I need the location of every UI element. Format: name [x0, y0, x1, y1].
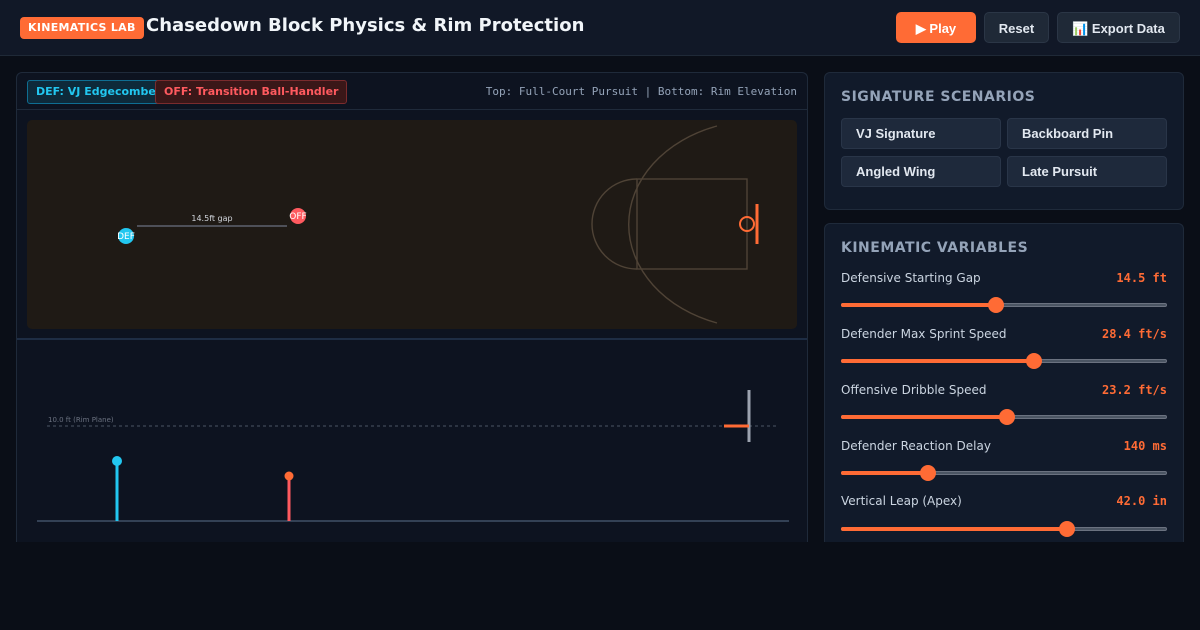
var-label: Defender Max Sprint Speed [841, 327, 1007, 341]
reaction-delay-slider[interactable] [841, 465, 1167, 481]
slider-fill [841, 303, 996, 307]
offense-marker-label: OFF [289, 212, 306, 222]
app-header: KINEMATICS LAB Chasedown Block Physics &… [0, 0, 1200, 56]
slider-thumb[interactable] [920, 465, 937, 481]
slider-fill [841, 471, 929, 475]
play-button[interactable]: ▶ Play [896, 12, 976, 43]
export-data-button[interactable]: 📊 Export Data [1057, 12, 1180, 43]
offense-height-marker [284, 471, 294, 481]
var-label: Defensive Starting Gap [841, 271, 981, 285]
vertical-leap-slider[interactable] [841, 521, 1167, 537]
var-label: Defender Reaction Delay [841, 439, 991, 453]
scenario-backboard-pin-button[interactable]: Backboard Pin [1007, 118, 1167, 149]
viz-legend-bar: DEF: VJ Edgecombe OFF: Transition Ball-H… [17, 73, 807, 110]
scenarios-title: SIGNATURE SCENARIOS [841, 89, 1036, 105]
slider-fill [841, 415, 1007, 419]
offense-tag: OFF: Transition Ball-Handler [155, 80, 348, 104]
slider-fill [841, 359, 1034, 363]
var-label: Offensive Dribble Speed [841, 383, 987, 397]
court-view: 14.5ft gap DEF OFF [27, 120, 797, 329]
app-title: Chasedown Block Physics & Rim Protection [146, 15, 585, 36]
defender-height-marker [112, 456, 122, 466]
slider-thumb[interactable] [998, 409, 1015, 425]
var-label: Vertical Leap (Apex) [841, 494, 962, 508]
var-value: 28.4 ft/s [1101, 327, 1167, 341]
defender-marker-label: DEF [117, 232, 135, 242]
slider-thumb[interactable] [1058, 521, 1075, 537]
page-footer-area [0, 542, 1200, 630]
var-value: 23.2 ft/s [1101, 383, 1167, 397]
elevation-view: 10.0 ft (Rim Plane) [37, 390, 789, 522]
kinematic-variables-card: KINEMATIC VARIABLES Defensive Starting G… [824, 223, 1184, 553]
visualization-panel: DEF: VJ Edgecombe OFF: Transition Ball-H… [16, 72, 808, 542]
reset-button[interactable]: Reset [984, 12, 1049, 43]
scenario-angled-wing-button[interactable]: Angled Wing [841, 156, 1001, 187]
signature-scenarios-card: SIGNATURE SCENARIOS VJ Signature Backboa… [824, 72, 1184, 210]
sprint-speed-slider[interactable] [841, 353, 1167, 369]
dribble-speed-slider[interactable] [841, 409, 1167, 425]
rim-plane-label: 10.0 ft (Rim Plane) [48, 416, 114, 424]
brand-badge: KINEMATICS LAB [20, 17, 144, 39]
scenario-vj-signature-button[interactable]: VJ Signature [841, 118, 1001, 149]
var-value: 42.0 in [1116, 494, 1167, 508]
slider-thumb[interactable] [1025, 353, 1042, 369]
var-value: 140 ms [1123, 439, 1167, 453]
var-value: 14.5 ft [1116, 271, 1167, 285]
slider-thumb[interactable] [987, 297, 1004, 313]
gap-label: 14.5ft gap [191, 214, 232, 223]
defender-tag: DEF: VJ Edgecombe [27, 80, 165, 104]
court-floor [27, 120, 797, 329]
kinematics-title: KINEMATIC VARIABLES [841, 240, 1029, 256]
starting-gap-slider[interactable] [841, 297, 1167, 313]
slider-fill [841, 527, 1067, 531]
view-caption: Top: Full-Court Pursuit | Bottom: Rim El… [485, 85, 797, 98]
scenario-late-pursuit-button[interactable]: Late Pursuit [1007, 156, 1167, 187]
